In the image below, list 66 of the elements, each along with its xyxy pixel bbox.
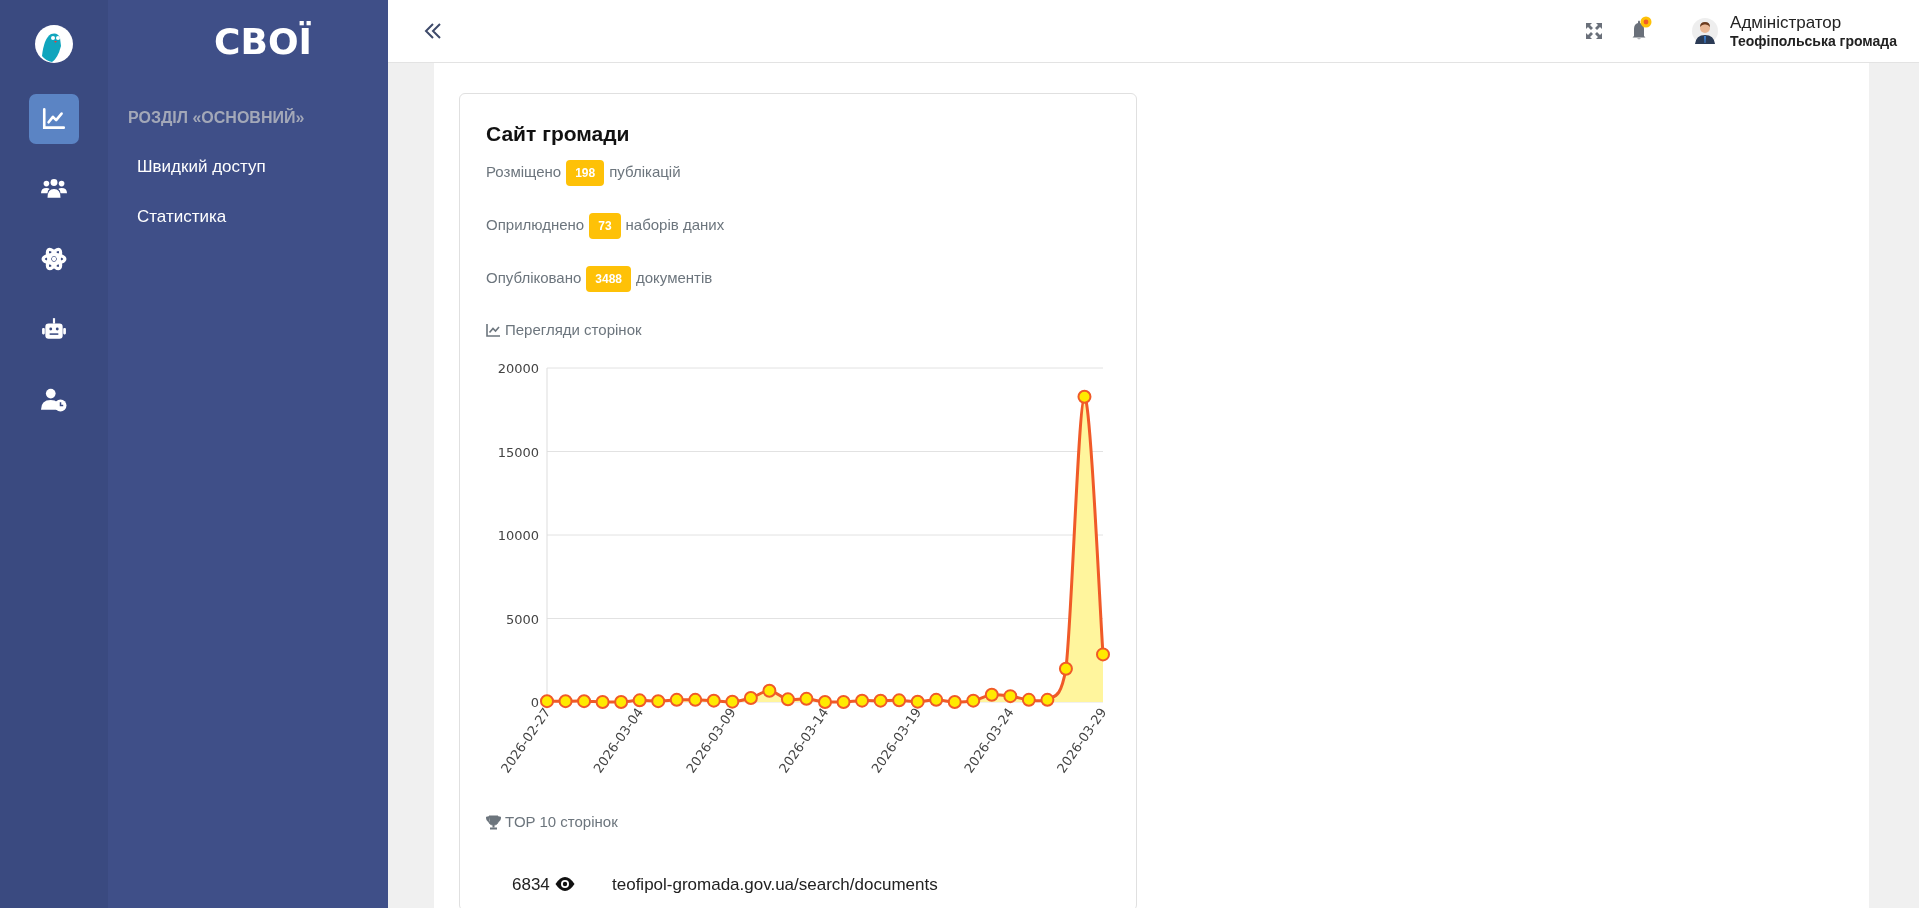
- data-point: [558, 694, 573, 709]
- page-link[interactable]: teofipol-gromada.gov.ua/search/documents: [612, 871, 938, 897]
- trophy-icon: [486, 814, 501, 830]
- data-point: [873, 693, 888, 708]
- y-tick-label: 15000: [497, 444, 539, 460]
- eye-icon: [554, 877, 575, 892]
- stat-label: наборів даних: [625, 215, 725, 236]
- y-tick-label: 20000: [497, 361, 539, 376]
- data-point: [910, 694, 925, 709]
- data-point: [762, 683, 777, 698]
- data-point: [1021, 692, 1036, 707]
- user-name: Адміністратор: [1730, 11, 1843, 33]
- section-title: РОЗДІЛ «ОСНОВНИЙ»: [128, 107, 306, 128]
- count-badge: 3488: [586, 265, 631, 292]
- chart-heading: Перегляди сторінок: [505, 319, 642, 340]
- y-tick-label: 10000: [497, 528, 539, 543]
- data-point: [540, 694, 554, 709]
- bird-logo: [34, 24, 74, 64]
- data-point: [818, 695, 832, 709]
- data-point: [577, 694, 592, 709]
- user-avatar[interactable]: [1692, 18, 1719, 44]
- data-point: [1077, 389, 1092, 404]
- data-point: [855, 693, 870, 708]
- card-title: Сайт громади: [486, 121, 631, 147]
- fullscreen-icon[interactable]: [1586, 23, 1603, 39]
- data-point: [632, 693, 647, 708]
- data-point: [651, 694, 666, 709]
- y-tick-label: 5000: [505, 611, 539, 627]
- count-badge: 198: [566, 159, 605, 186]
- data-point: [966, 693, 981, 708]
- data-point: [1096, 647, 1110, 662]
- count-badge: 73: [589, 212, 621, 239]
- stat-label: Опубліковано: [486, 268, 582, 289]
- data-point: [799, 691, 814, 706]
- data-point: [706, 693, 721, 708]
- top-pages-heading: TOP 10 сторінок: [505, 812, 618, 832]
- data-point: [1003, 689, 1018, 704]
- stat-label: Оприлюднено: [486, 215, 585, 236]
- user-community: Теофіпольська громада: [1730, 32, 1897, 51]
- view-count: 6834: [512, 873, 550, 896]
- data-point: [743, 691, 758, 705]
- data-point: [1040, 692, 1055, 707]
- data-point: [929, 692, 944, 707]
- data-point: [836, 695, 851, 709]
- stat-label: публікацій: [609, 162, 681, 183]
- data-point: [725, 694, 740, 709]
- stat-label: документів: [636, 268, 713, 289]
- data-point: [669, 692, 684, 707]
- data-point: [1058, 661, 1073, 676]
- data-point: [892, 693, 907, 708]
- stat-label: Розміщено: [486, 162, 562, 183]
- sidebar-link[interactable]: Швидкий доступ: [108, 148, 388, 186]
- data-point: [614, 695, 629, 709]
- data-point: [595, 695, 610, 709]
- data-point: [947, 695, 962, 709]
- sidebar-link[interactable]: Статистика: [108, 197, 388, 235]
- user-clock-icon: [41, 386, 67, 412]
- chart-icon: [41, 106, 67, 132]
- chart-line-icon: [486, 322, 501, 337]
- y-tick-label: 0: [530, 695, 539, 710]
- robot-icon: [41, 316, 67, 342]
- data-point: [780, 692, 795, 707]
- data-point: [688, 692, 703, 707]
- data-point: [984, 687, 999, 702]
- nav-chart-button[interactable]: [29, 94, 79, 144]
- atom-icon: [41, 246, 67, 272]
